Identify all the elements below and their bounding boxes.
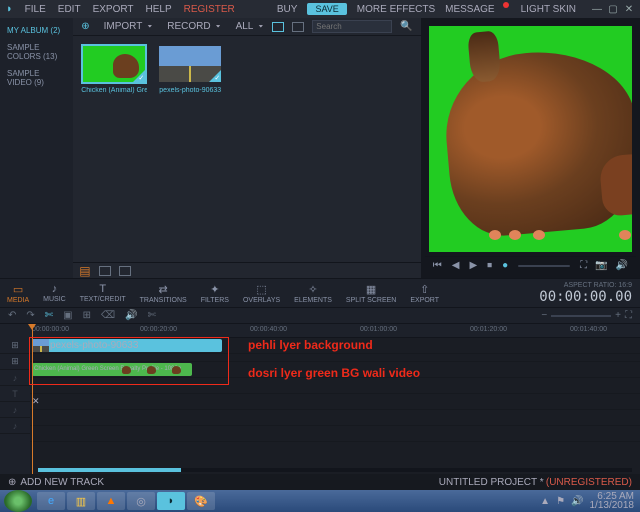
marker-x[interactable]: ✕ [32, 396, 40, 407]
save-button[interactable]: SAVE [307, 3, 346, 15]
tab-overlays[interactable]: ⬚OVERLAYS [236, 279, 287, 307]
aspect-ratio: ASPECT RATIO: 16:9 [539, 282, 632, 289]
tool-icon-4[interactable]: 🔊 [125, 310, 137, 321]
windows-taskbar: e ▥ ▲ ◎ ◗ 🎨 ▲⚑🔊 6:25 AM1/13/2018 [0, 490, 640, 512]
menu-register[interactable]: REGISTER [184, 4, 235, 15]
record-dropdown[interactable]: RECORD▼ [167, 21, 221, 32]
tab-splitscreen[interactable]: ▦SPLIT SCREEN [339, 279, 403, 307]
undo-icon[interactable]: ↶ [8, 310, 16, 321]
tab-export[interactable]: ⇧EXPORT [403, 279, 446, 307]
panel-icon-2[interactable] [119, 266, 131, 276]
minimize-button[interactable]: — [592, 4, 602, 15]
media-thumb-road[interactable]: pexels-photo-90633 [157, 44, 223, 94]
timeline-toolbar: ↶ ↷ ✄ ▣ ⊞ ⌫ 🔊 ✄ − + ⛶ [0, 308, 640, 324]
search-input[interactable] [312, 20, 392, 33]
timeline: ⊞ ⊞ ♪ T ♪ ♪ 00:00:00:00 00:00:20:00 00:0… [0, 324, 640, 474]
zoom-slider-track[interactable] [551, 315, 611, 317]
taskbar-chrome[interactable]: ◎ [127, 492, 155, 510]
close-button[interactable]: ✕ [624, 4, 634, 15]
tool-icon-1[interactable]: ▣ [63, 310, 72, 321]
import-dropdown[interactable]: IMPORT▼ [104, 21, 154, 32]
list-view-icon[interactable] [292, 22, 304, 32]
status-bar: ⊕ADD NEW TRACK UNTITLED PROJECT * (UNREG… [0, 474, 640, 490]
message-link[interactable]: MESSAGE [445, 4, 494, 15]
taskbar-paint[interactable]: 🎨 [187, 492, 215, 510]
tool-icon-5[interactable]: ✄ [148, 310, 156, 321]
start-button[interactable] [4, 490, 32, 512]
tab-text[interactable]: TTEXT/CREDIT [73, 279, 133, 307]
menu-edit[interactable]: EDIT [58, 4, 81, 15]
taskbar-ie[interactable]: e [37, 492, 65, 510]
search-icon[interactable]: 🔍 [400, 21, 412, 32]
cut-icon[interactable]: ✄ [45, 310, 53, 321]
track-head-text[interactable]: T [0, 386, 30, 402]
track-head-video1[interactable]: ⊞ [0, 338, 30, 354]
timeline-scrollbar[interactable] [38, 468, 632, 472]
media-panel: ⊕ IMPORT▼ RECORD▼ ALL▼ 🔍 Chicken (Animal… [73, 18, 421, 278]
menubar: ◗ FILE EDIT EXPORT HELP REGISTER BUY SAV… [0, 0, 640, 18]
track-head-audio3[interactable]: ♪ [0, 418, 30, 434]
tool-icon-2[interactable]: ⊞ [83, 310, 91, 321]
grid-view-icon[interactable] [272, 22, 284, 32]
zoom-out-icon[interactable]: − [541, 310, 547, 321]
track-head-audio1[interactable]: ♪ [0, 370, 30, 386]
zoom-fit-icon[interactable]: ⛶ [625, 310, 632, 321]
track-head-audio2[interactable]: ♪ [0, 402, 30, 418]
system-tray[interactable]: ▲⚑🔊 6:25 AM1/13/2018 [540, 492, 640, 510]
volume-slider[interactable] [518, 265, 570, 267]
annotation-2: dosri lyer green BG wali video [248, 366, 420, 380]
audio-icon[interactable]: 🔊 [616, 260, 628, 271]
preview-canvas [429, 26, 632, 252]
tab-transitions[interactable]: ⇄TRANSITIONS [133, 279, 194, 307]
prev-button[interactable]: ⏮ [433, 260, 442, 271]
media-thumb-chicken[interactable]: Chicken (Animal) Green S... [81, 44, 147, 94]
sidebar-item-myalbum[interactable]: MY ALBUM (2) [4, 24, 69, 37]
module-tabs: ▭MEDIA ♪MUSIC TTEXT/CREDIT ⇄TRANSITIONS … [0, 278, 640, 308]
snapshot-icon[interactable]: 📷 [595, 260, 607, 271]
annotation-1: pehli lyer background [248, 338, 373, 352]
zoom-in-icon[interactable]: + [615, 310, 621, 321]
layers-icon[interactable]: ▤ [79, 264, 90, 278]
tool-icon-3[interactable]: ⌫ [101, 310, 115, 321]
playhead[interactable] [32, 324, 33, 474]
vol-dot[interactable]: ● [502, 260, 508, 271]
menu-export[interactable]: EXPORT [93, 4, 134, 15]
tab-music[interactable]: ♪MUSIC [36, 279, 73, 307]
logo-icon: ◗ [6, 3, 13, 15]
clip-background[interactable]: pexels-photo-90633 [32, 339, 222, 352]
tab-media[interactable]: ▭MEDIA [0, 279, 36, 307]
clip-chicken[interactable]: Chicken (Animal) Green Screen Royalty Pr… [32, 363, 192, 376]
stop-button[interactable]: ⏹ [487, 260, 492, 271]
timeline-ruler[interactable]: 00:00:00:00 00:00:20:00 00:00:40:00 00:0… [30, 324, 640, 338]
add-track-button[interactable]: ⊕ADD NEW TRACK [8, 477, 104, 488]
preview-panel: ⏮ ◀ ▶ ⏹ ● ⛶ 📷 🔊 [421, 18, 640, 278]
redo-icon[interactable]: ↷ [26, 310, 34, 321]
more-effects-link[interactable]: MORE EFFECTS [357, 4, 435, 15]
library-sidebar: MY ALBUM (2) SAMPLE COLORS (13) SAMPLE V… [0, 18, 73, 278]
tab-filters[interactable]: ✦FILTERS [194, 279, 236, 307]
notification-dot [503, 2, 509, 8]
track-head-video2[interactable]: ⊞ [0, 354, 30, 370]
light-skin-link[interactable]: LIGHT SKIN [521, 4, 576, 15]
maximize-button[interactable]: ▢ [608, 4, 618, 15]
menu-help[interactable]: HELP [146, 4, 172, 15]
menu-file[interactable]: FILE [25, 4, 46, 15]
taskbar-vlc[interactable]: ▲ [97, 492, 125, 510]
taskbar-filmora[interactable]: ◗ [157, 492, 185, 510]
add-folder-icon[interactable]: ⊕ [81, 21, 89, 32]
sidebar-item-video[interactable]: SAMPLE VIDEO (9) [4, 67, 69, 89]
sidebar-item-colors[interactable]: SAMPLE COLORS (13) [4, 41, 69, 63]
fullscreen-icon[interactable]: ⛶ [580, 260, 587, 271]
play-button[interactable]: ▶ [469, 260, 477, 271]
taskbar-explorer[interactable]: ▥ [67, 492, 95, 510]
timecode: 00:00:00.00 [539, 289, 632, 305]
step-back-button[interactable]: ◀ [452, 260, 460, 271]
tab-elements[interactable]: ✧ELEMENTS [287, 279, 339, 307]
panel-icon-1[interactable] [99, 266, 111, 276]
filter-all-dropdown[interactable]: ALL▼ [236, 21, 265, 32]
buy-link[interactable]: BUY [277, 4, 298, 15]
